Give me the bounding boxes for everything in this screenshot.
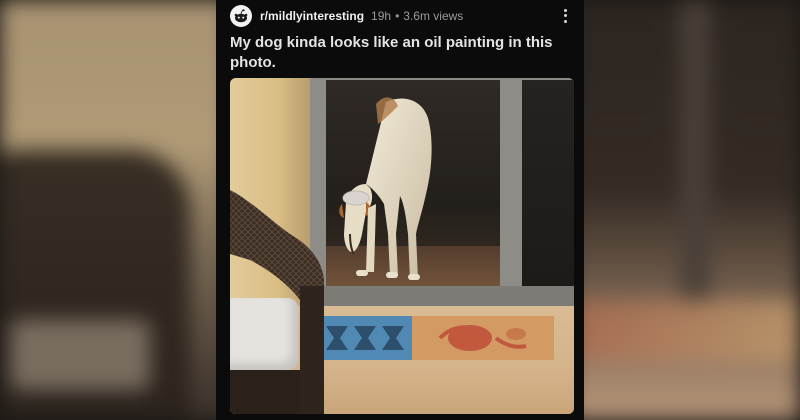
post-header: r/mildlyinteresting 19h • 3.6m views [230, 5, 572, 27]
post-time: 19h [371, 9, 392, 23]
dog-figure [339, 97, 432, 280]
post-title[interactable]: My dog kinda looks like an oil painting … [230, 33, 572, 73]
door-glass-right [522, 80, 574, 286]
blurred-backdrop-right [570, 0, 800, 420]
subreddit-name[interactable]: r/mildlyinteresting [260, 9, 364, 23]
reddit-alien-icon[interactable] [230, 5, 252, 27]
post-image[interactable] [230, 78, 574, 414]
more-vertical-icon[interactable] [558, 6, 572, 26]
blurred-door-frame [680, 0, 710, 300]
blurred-doormat [570, 300, 800, 360]
view-count: 3.6m views [403, 9, 464, 23]
blurred-backdrop-left [0, 0, 230, 420]
meta-separator: • [395, 9, 400, 23]
door-sill [310, 286, 574, 308]
post-card: r/mildlyinteresting 19h • 3.6m views My … [216, 0, 584, 420]
doormat [320, 316, 554, 360]
chair-cushion [230, 298, 298, 370]
blurred-cushion-shape [10, 320, 150, 390]
